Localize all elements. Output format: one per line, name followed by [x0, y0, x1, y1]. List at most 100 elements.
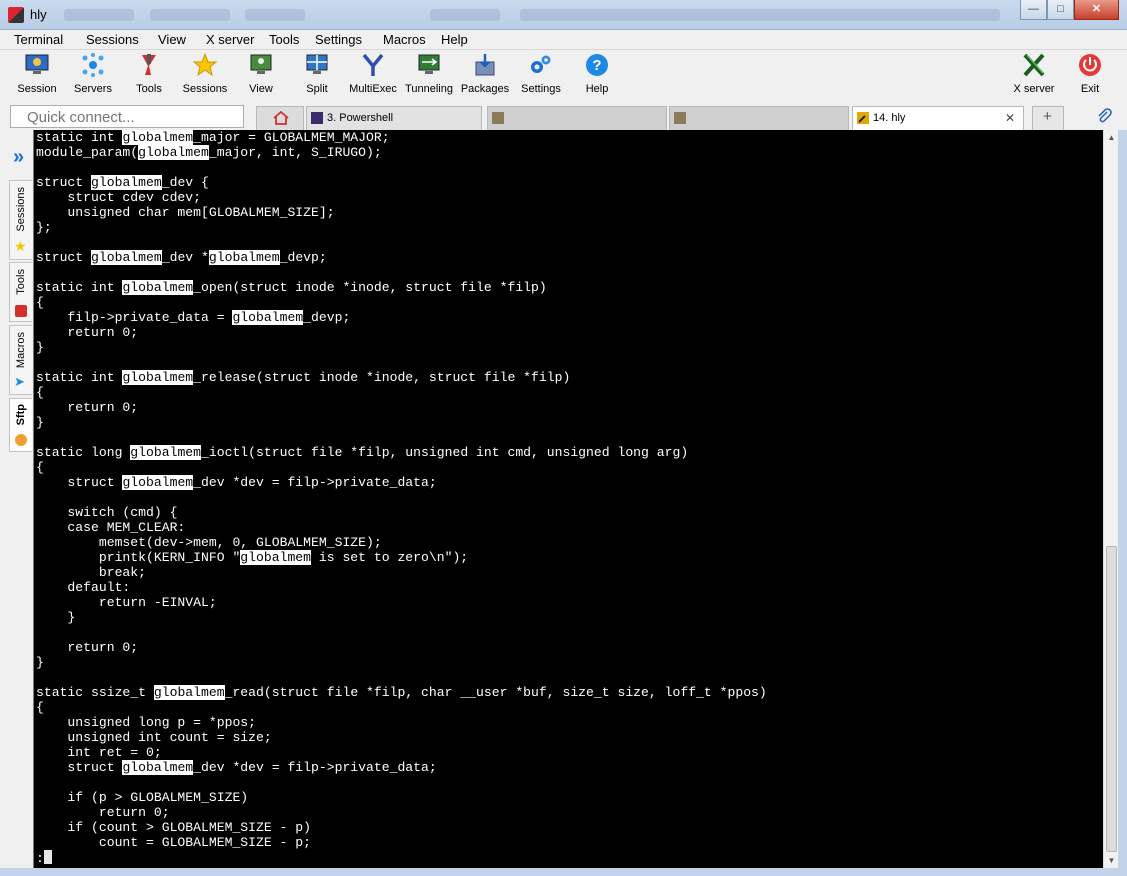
- help-button[interactable]: ? Help: [567, 52, 627, 95]
- sidetab-sftp[interactable]: Sftp: [9, 398, 32, 452]
- minimize-button[interactable]: —: [1020, 0, 1047, 20]
- tunneling-icon: [418, 54, 440, 74]
- menu-sessions[interactable]: Sessions: [86, 32, 139, 47]
- search-highlight: globalmem: [91, 175, 162, 190]
- tools-button[interactable]: Tools: [119, 52, 179, 95]
- terminal-line: break;: [36, 565, 147, 580]
- terminal-line: {: [36, 295, 44, 310]
- terminal-line: {: [36, 460, 44, 475]
- menu-view[interactable]: View: [158, 32, 186, 47]
- tunneling-button[interactable]: Tunneling: [399, 52, 459, 95]
- terminal-line: module_param(globalmem_major, int, S_IRU…: [36, 145, 382, 160]
- blurred-taskbar-item: [520, 9, 1000, 21]
- text-cursor: [43, 850, 52, 864]
- new-tab-button[interactable]: +: [1032, 106, 1064, 130]
- menu-settings[interactable]: Settings: [315, 32, 362, 47]
- terminal-line: count = GLOBALMEM_SIZE - p;: [36, 835, 312, 850]
- search-highlight: globalmem: [208, 250, 280, 265]
- terminal-line: return 0;: [36, 805, 170, 820]
- terminal-line: static int globalmem_major = GLOBALMEM_M…: [36, 130, 390, 145]
- tab-row: 3. Powershell 14. hly ✕ +: [0, 102, 1127, 130]
- view-button[interactable]: View: [231, 52, 291, 95]
- side-tab-strip: » Sessions ★ Tools Macros ➤ Sftp: [0, 130, 33, 870]
- menu-x-server[interactable]: X server: [206, 32, 254, 47]
- terminal-line: struct globalmem_dev *globalmem_devp;: [36, 250, 327, 265]
- scrollbar-thumb[interactable]: [1106, 546, 1117, 852]
- close-window-button[interactable]: ✕: [1074, 0, 1119, 20]
- terminal-tab-icon: [674, 112, 686, 124]
- terminal-line: struct globalmem_dev {: [36, 175, 209, 190]
- multiexec-button[interactable]: MultiExec: [343, 52, 403, 95]
- tab-blurred[interactable]: [669, 106, 849, 130]
- blurred-taskbar-item: [245, 9, 305, 21]
- home-icon: [273, 111, 289, 125]
- expand-sidebar-icon[interactable]: »: [13, 146, 24, 169]
- star-icon: [192, 52, 218, 77]
- menu-tools[interactable]: Tools: [269, 32, 299, 47]
- view-monitor-icon: [250, 54, 272, 74]
- attachment-icon[interactable]: [1096, 108, 1112, 124]
- settings-button[interactable]: Settings: [511, 52, 571, 95]
- sessions-button[interactable]: Sessions: [175, 52, 235, 95]
- tools-icon: [15, 305, 27, 317]
- search-highlight: globalmem: [91, 250, 162, 265]
- gear-icon: [531, 55, 551, 73]
- tools-icon: [142, 54, 156, 75]
- packages-button[interactable]: Packages: [455, 52, 515, 95]
- close-tab-icon[interactable]: ✕: [1005, 111, 1015, 125]
- terminal-line: }: [36, 610, 76, 625]
- home-tab[interactable]: [256, 106, 304, 130]
- menu-bar: Terminal Sessions View X server Tools Se…: [0, 30, 1127, 50]
- tab-powershell[interactable]: 3. Powershell: [306, 106, 482, 130]
- window-frame-right: [1118, 130, 1127, 868]
- title-bar: hly — □ ✕: [0, 0, 1127, 30]
- split-button[interactable]: Split: [287, 52, 347, 95]
- terminal-line: static long globalmem_ioctl(struct file …: [36, 445, 689, 460]
- menu-macros[interactable]: Macros: [383, 32, 426, 47]
- tab-blurred[interactable]: [487, 106, 667, 130]
- monitor-icon: [25, 54, 49, 74]
- terminal-output[interactable]: static int globalmem_major = GLOBALMEM_M…: [33, 130, 1103, 868]
- sidetab-tools[interactable]: Tools: [9, 262, 32, 322]
- terminal-line: static int globalmem_release(struct inod…: [36, 370, 571, 385]
- terminal-line: unsigned int count = size;: [36, 730, 272, 745]
- terminal-line: static ssize_t globalmem_read(struct fil…: [36, 685, 767, 700]
- terminal-line: default:: [36, 580, 131, 595]
- scroll-down-arrow-icon[interactable]: ▼: [1107, 856, 1116, 865]
- search-highlight: globalmem: [122, 370, 194, 385]
- terminal-line: struct globalmem_dev *dev = filp->privat…: [36, 475, 437, 490]
- tab-hly[interactable]: 14. hly ✕: [852, 106, 1024, 130]
- vertical-scrollbar[interactable]: ▲ ▼: [1103, 130, 1118, 868]
- search-highlight: globalmem: [122, 280, 194, 295]
- sftp-icon: [15, 434, 27, 446]
- terminal-line: unsigned long p = *ppos;: [36, 715, 257, 730]
- sidetab-sessions[interactable]: Sessions ★: [9, 180, 32, 260]
- menu-terminal[interactable]: Terminal: [14, 32, 63, 47]
- scroll-up-arrow-icon[interactable]: ▲: [1107, 133, 1116, 142]
- star-icon: ★: [14, 238, 27, 254]
- sidetab-macros[interactable]: Macros ➤: [9, 325, 32, 395]
- maximize-button[interactable]: □: [1047, 0, 1074, 20]
- terminal-line: {: [36, 385, 44, 400]
- x-server-button[interactable]: X server: [1004, 52, 1064, 95]
- menu-help[interactable]: Help: [441, 32, 468, 47]
- terminal-line: struct cdev cdev;: [36, 190, 202, 205]
- terminal-line: }: [36, 655, 44, 670]
- terminal-line: memset(dev->mem, 0, GLOBALMEM_SIZE);: [36, 535, 382, 550]
- session-button[interactable]: Session: [7, 52, 67, 95]
- terminal-line: return 0;: [36, 400, 139, 415]
- exit-button[interactable]: Exit: [1060, 52, 1120, 95]
- terminal-line: }: [36, 340, 44, 355]
- servers-button[interactable]: Servers: [63, 52, 123, 95]
- terminal-text: static int globalmem_major = GLOBALMEM_M…: [36, 130, 767, 866]
- terminal-line: unsigned char mem[GLOBALMEM_SIZE];: [36, 205, 335, 220]
- pager-prompt: :: [36, 850, 767, 866]
- wrench-icon: [857, 112, 869, 124]
- help-icon: ?: [586, 54, 608, 76]
- quick-connect-input[interactable]: [10, 105, 244, 128]
